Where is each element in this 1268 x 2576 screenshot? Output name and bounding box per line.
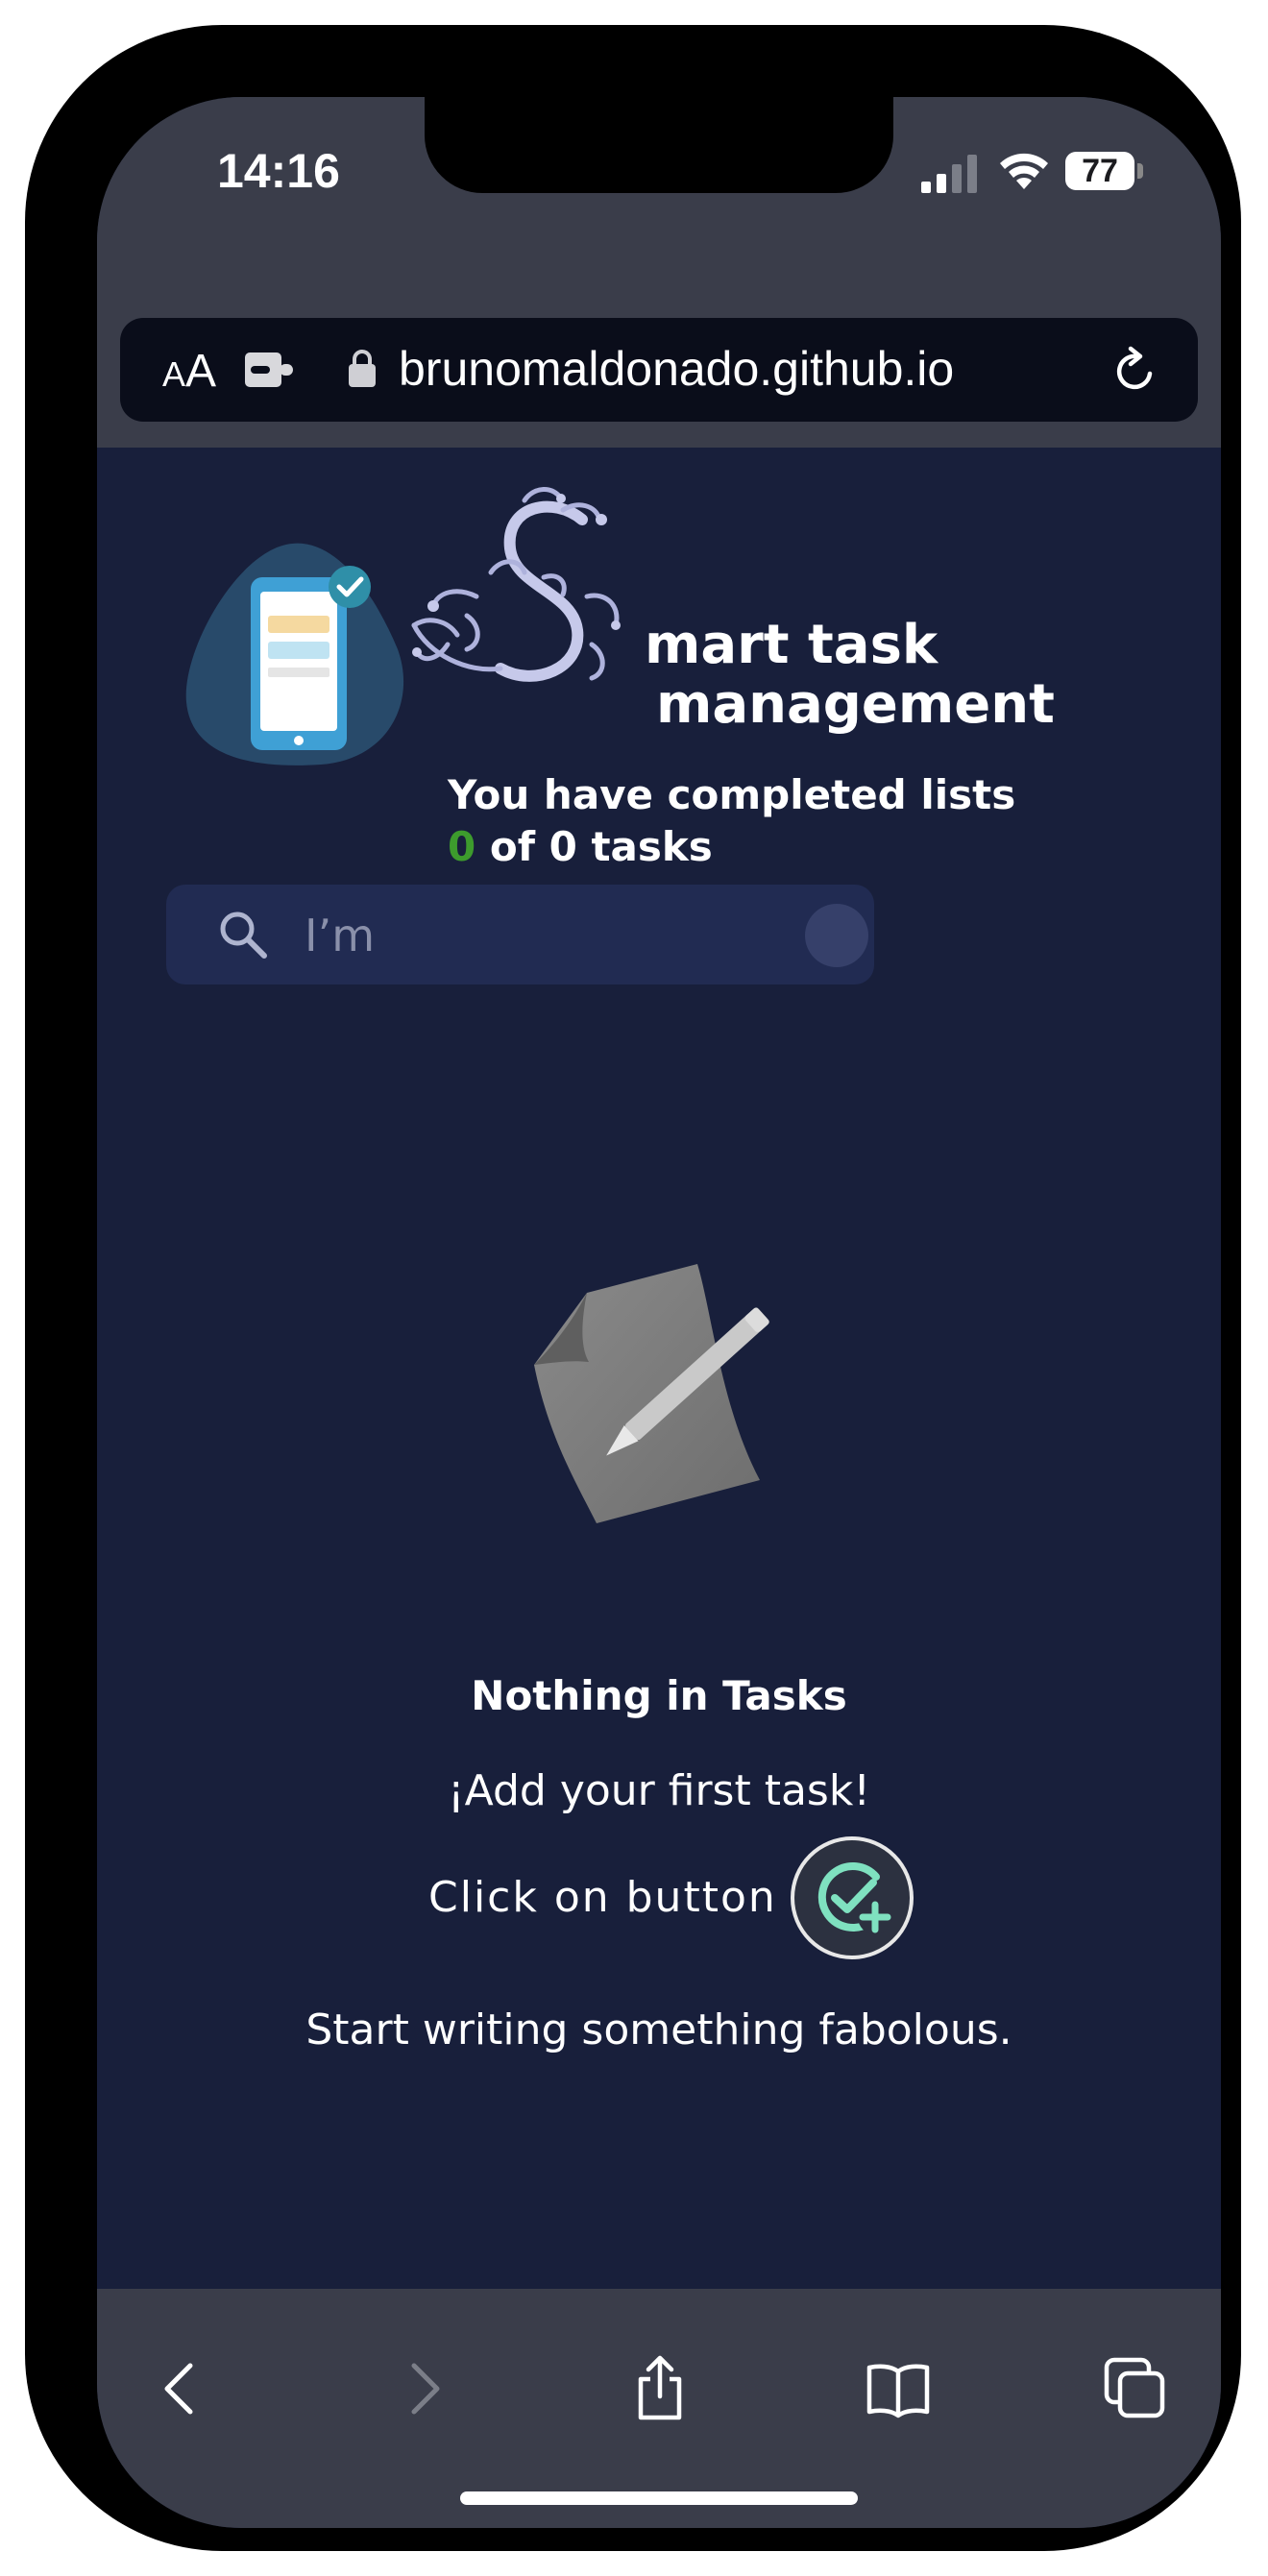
url-bar[interactable]: AA brunomaldonado.github.io <box>120 318 1198 422</box>
text-size-big-glyph: A <box>185 346 217 397</box>
text-size-button[interactable]: AA <box>162 345 216 398</box>
phone-checklist-illustration <box>185 543 404 766</box>
notch <box>425 97 893 193</box>
search-clear-button[interactable] <box>805 904 868 967</box>
add-task-icon <box>817 1862 892 1934</box>
completion-summary: You have completed lists 0 of 0 tasks <box>448 769 1015 873</box>
forward-icon[interactable] <box>387 2354 456 2423</box>
extension-puzzle-icon[interactable] <box>245 351 295 389</box>
home-indicator[interactable] <box>460 2491 858 2505</box>
title-line-1: mart task <box>645 614 939 676</box>
total-count-text: of 0 tasks <box>476 823 713 870</box>
ornate-s-logo <box>411 487 621 682</box>
wifi-icon <box>1000 153 1048 189</box>
completion-count-row: 0 of 0 tasks <box>448 821 1015 873</box>
back-icon[interactable] <box>148 2354 217 2423</box>
reload-icon[interactable] <box>1108 345 1161 399</box>
tabs-icon[interactable] <box>1101 2354 1170 2423</box>
cellular-signal-icon <box>921 155 977 193</box>
completion-label: You have completed lists <box>448 771 1016 818</box>
click-on-button-row: Click on button <box>97 1840 1221 1959</box>
status-bar: 14:16 77 <box>97 97 1221 241</box>
page-title: mart task management <box>645 616 1055 735</box>
url-text[interactable]: brunomaldonado.github.io <box>399 341 954 397</box>
search-icon <box>220 911 267 959</box>
share-icon[interactable] <box>625 2354 695 2423</box>
battery-indicator: 77 <box>1065 152 1134 190</box>
empty-state-title: Nothing in Tasks <box>471 1672 847 1719</box>
bookmarks-icon[interactable] <box>864 2354 933 2423</box>
status-time: 14:16 <box>217 144 340 198</box>
browser-top-bar: AA brunomaldonado.github.io <box>97 241 1221 448</box>
completed-count: 0 <box>448 823 476 870</box>
search-bar[interactable] <box>166 885 874 984</box>
screen: 14:16 77 AA brunomaldonado.github.io mar… <box>97 97 1221 2528</box>
empty-state-hint: Start writing something fabolous. <box>305 2005 1012 2054</box>
search-input[interactable] <box>303 904 748 967</box>
paper-pencil-illustration <box>534 1264 769 1523</box>
add-task-button[interactable] <box>794 1840 910 1956</box>
text-size-small-glyph: A <box>162 354 186 394</box>
battery-nub <box>1137 163 1143 179</box>
click-on-button-text: Click on button <box>428 1873 777 1922</box>
lock-icon <box>349 350 376 387</box>
title-line-2: management <box>656 673 1055 736</box>
empty-state-message: ¡Add your first task! <box>448 1766 870 1815</box>
phone-frame: 14:16 77 AA brunomaldonado.github.io mar… <box>25 25 1241 2551</box>
